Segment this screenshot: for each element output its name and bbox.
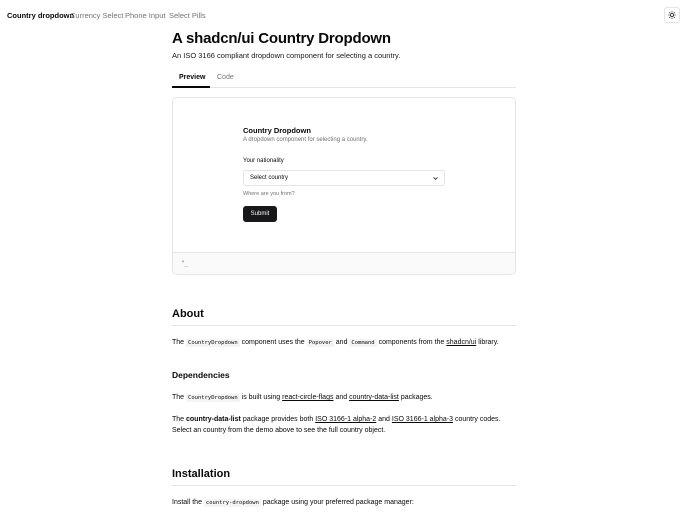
text: package provides both	[242, 416, 314, 423]
text: library.	[478, 339, 499, 346]
country-select-value: Select country	[250, 175, 289, 181]
about-heading: About	[172, 308, 204, 320]
sun-icon	[668, 11, 676, 19]
code-country-dropdown: CountryDropdown	[186, 339, 240, 347]
text: and	[335, 339, 348, 346]
chevron-down-icon	[433, 177, 438, 180]
nav-link-currency-select[interactable]: Currency Select	[70, 11, 123, 20]
top-navigation: Country dropdown Currency Select Phone I…	[0, 0, 688, 30]
link-react-circle-flags[interactable]: react-circle-flags	[282, 394, 333, 401]
theme-toggle-button[interactable]	[664, 7, 680, 23]
code-popover: Popover	[306, 339, 334, 347]
dependencies-heading: Dependencies	[172, 370, 230, 380]
installation-heading: Installation	[172, 468, 231, 480]
installation-divider	[172, 485, 516, 486]
about-paragraph: The CountryDropdown component uses the P…	[172, 337, 516, 349]
submit-button[interactable]: Submit	[243, 206, 277, 222]
text: components from the	[378, 339, 445, 346]
link-country-data-list[interactable]: country-data-list	[349, 394, 399, 401]
text: component uses the	[241, 339, 305, 346]
nav-brand[interactable]: Country dropdown	[7, 11, 74, 20]
active-tab-indicator	[172, 86, 210, 88]
nav-link-phone-input[interactable]: Phone Input	[125, 11, 165, 20]
page-subtitle: An ISO 3166 compliant dropdown component…	[172, 51, 401, 60]
country-data-list-bold: country-data-list	[186, 416, 241, 423]
tabs-divider	[172, 87, 516, 88]
preview-footer: "_	[173, 252, 515, 274]
nationality-hint: Where are you from?	[243, 191, 295, 197]
text: package using your preferred package man…	[262, 499, 414, 506]
form-title: Country Dropdown	[243, 126, 311, 135]
text: and	[378, 416, 390, 423]
link-iso-alpha-3[interactable]: ISO 3166-1 alpha-3	[392, 416, 453, 423]
link-iso-alpha-2[interactable]: ISO 3166-1 alpha-2	[315, 416, 376, 423]
form-description: A dropdown component for selecting a cou…	[243, 137, 368, 143]
text: packages.	[400, 394, 433, 401]
code-country-dropdown-package: country-dropdown	[203, 499, 261, 507]
country-data-paragraph: The country-data-list package provides b…	[172, 416, 501, 434]
nav-link-select-pills[interactable]: Select Pills	[169, 11, 206, 20]
installation-paragraph: Install the country-dropdown package usi…	[172, 497, 516, 509]
tab-preview[interactable]: Preview	[179, 74, 205, 81]
code-command: Command	[349, 339, 377, 347]
link-shadcn-ui[interactable]: shadcn/ui	[446, 339, 476, 346]
text: and	[335, 394, 348, 401]
tab-code[interactable]: Code	[217, 74, 234, 81]
nationality-label: Your nationality	[243, 158, 284, 164]
preview-card: Country Dropdown A dropdown component fo…	[172, 97, 516, 275]
preview-footer-text: "_	[181, 260, 189, 267]
text: The	[172, 394, 185, 401]
page-title: A shadcn/ui Country Dropdown	[172, 30, 391, 47]
code-country-dropdown: CountryDropdown	[186, 394, 240, 402]
about-divider	[172, 325, 516, 326]
country-select[interactable]: Select country	[243, 170, 445, 186]
text: is built using	[241, 394, 281, 401]
dependencies-paragraph: The CountryDropdown is built using react…	[172, 392, 516, 404]
text: Install the	[172, 499, 202, 506]
text: The	[172, 339, 185, 346]
